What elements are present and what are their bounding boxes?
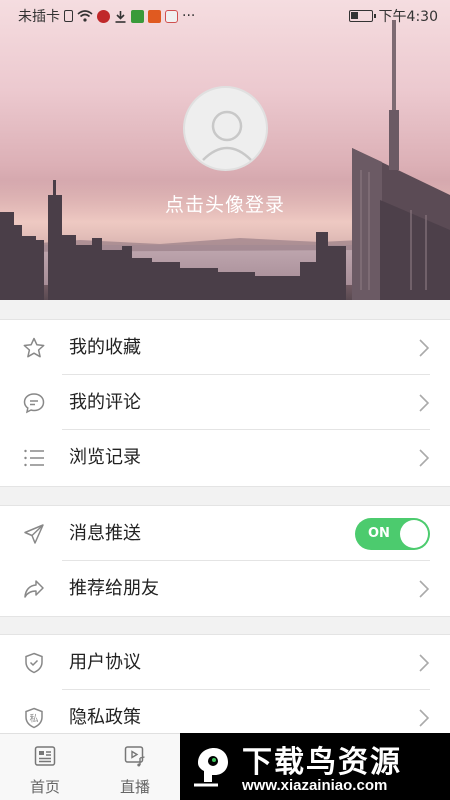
tab-home[interactable]: 首页 [0,734,90,800]
download-icon [114,10,127,23]
login-prompt[interactable]: 点击头像登录 [0,190,450,217]
menu-item-label: 浏览记录 [69,447,141,468]
app-icon-pink [165,9,178,23]
menu-item-label: 推荐给朋友 [69,578,159,599]
bird-logo-icon [194,748,228,787]
app-icon-green [131,9,144,23]
wifi-icon [77,10,93,22]
push-toggle[interactable]: ON [355,518,430,550]
menu-item-history[interactable]: 浏览记录 [0,430,450,485]
news-icon [34,746,56,766]
chevron-right-icon [419,654,430,672]
menu-group-social: 消息推送 ON 推荐给朋友 [0,505,450,617]
menu-item-label: 用户协议 [69,652,141,673]
watermark-banner: 下载鸟资源 www.xiazainiao.com [180,733,450,800]
toggle-state-text: ON [368,526,390,541]
app-icon-orange [148,9,161,23]
menu-group-legal: 用户协议 私 隐私政策 [0,634,450,746]
watermark-url: www.xiazainiao.com [242,777,388,794]
tab-label: 首页 [29,778,60,796]
chevron-right-icon [419,339,430,357]
clock-text: 下午4:30 [378,9,438,25]
tab-live[interactable]: 直播 [90,734,180,800]
battery-icon [348,10,376,22]
menu-item-user-agreement[interactable]: 用户协议 [0,635,450,690]
menu-item-label: 我的评论 [69,392,141,413]
star-icon [23,337,45,358]
toggle-knob [400,520,428,548]
chevron-right-icon [419,449,430,467]
profile-header: 未插卡 ··· 下午4:30 点击头像登录 [0,0,450,300]
chevron-right-icon [419,709,430,727]
notification-icon [97,9,110,23]
sim-icon [64,10,73,22]
status-bar: 未插卡 ··· 下午4:30 [0,0,450,32]
menu-item-label: 消息推送 [69,523,141,544]
menu-group-personal: 我的收藏 我的评论 浏览记录 [0,319,450,487]
more-notifications-text: ··· [182,8,196,24]
menu-item-comments[interactable]: 我的评论 [0,375,450,430]
privacy-icon-text: 私 [29,714,38,725]
menu-item-favorites[interactable]: 我的收藏 [0,320,450,375]
watermark-title: 下载鸟资源 [242,745,402,780]
shield-check-icon [25,652,43,674]
user-icon [202,110,252,161]
chevron-right-icon [419,394,430,412]
comment-icon [23,393,45,414]
menu-item-push: 消息推送 ON [0,506,450,561]
chevron-right-icon [419,580,430,598]
menu-item-label: 我的收藏 [69,337,141,358]
avatar-button[interactable] [183,86,268,171]
menu-item-recommend[interactable]: 推荐给朋友 [0,561,450,616]
list-icon [24,449,44,467]
carrier-text: 未插卡 [18,9,60,25]
privacy-shield-icon: 私 [25,707,43,729]
video-music-icon [124,746,145,767]
send-icon [24,524,44,544]
tab-label: 直播 [119,778,150,796]
share-icon [24,580,44,598]
